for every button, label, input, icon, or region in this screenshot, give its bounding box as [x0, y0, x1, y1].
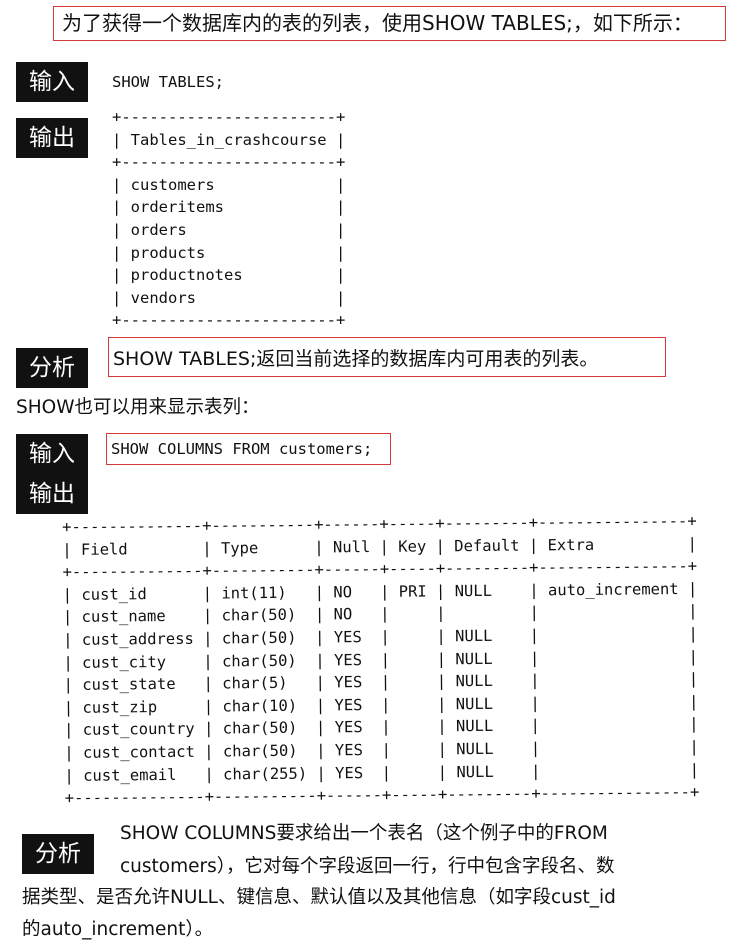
output-line: | productnotes |: [112, 266, 346, 285]
output-line: | customers |: [112, 175, 346, 194]
final-analysis-line-1: SHOW COLUMNS要求给出一个表名（这个例子中的FROM: [120, 823, 608, 844]
output-line: | orders |: [112, 220, 346, 239]
intro-text: 为了获得一个数据库内的表的列表，使用SHOW TABLES;，如下所示：: [62, 11, 693, 35]
output-line: | Tables_in_crashcourse |: [112, 130, 346, 149]
input-label-1: 输入: [16, 62, 88, 102]
output-line: | vendors |: [112, 288, 346, 307]
input-sql-1: SHOW TABLES;: [112, 73, 224, 91]
input-label-2: 输入: [16, 434, 88, 474]
intro-highlight: 为了获得一个数据库内的表的列表，使用SHOW TABLES;，如下所示：: [53, 6, 726, 41]
output-label-2: 输出: [16, 474, 88, 514]
output-line: +-----------------------+: [112, 153, 346, 172]
output-table-2: +--------------+-----------+------+-----…: [62, 510, 699, 810]
analysis-text-1: SHOW TABLES;返回当前选择的数据库内可用表的列表。: [113, 348, 599, 370]
input-sql-2: SHOW COLUMNS FROM customers;: [111, 440, 373, 458]
input-highlight-2: SHOW COLUMNS FROM customers;: [106, 433, 391, 465]
output-line: +-----------------------+: [112, 108, 346, 126]
analysis-highlight-1: SHOW TABLES;返回当前选择的数据库内可用表的列表。: [108, 337, 666, 377]
columns-line: +--------------+-----------+------+-----…: [64, 783, 700, 808]
analysis-label-1: 分析: [16, 348, 88, 388]
output-table-1: +-----------------------+ | Tables_in_cr…: [112, 106, 345, 332]
final-analysis-line-3: 据类型、是否允许NULL、键信息、默认值以及其他信息（如字段cust_id: [22, 887, 616, 908]
show-paragraph: SHOW也可以用来显示表列：: [16, 397, 260, 418]
output-line: | orderitems |: [112, 198, 346, 217]
final-analysis-line-4: 的auto_increment）。: [22, 919, 214, 940]
output-line: | products |: [112, 243, 346, 262]
output-line: +-----------------------+: [112, 311, 346, 330]
output-label-1: 输出: [16, 118, 88, 158]
final-analysis-line-2: customers），它对每个字段返回一行，行中包含字段名、数: [120, 856, 615, 877]
analysis-label-2: 分析: [22, 834, 94, 874]
